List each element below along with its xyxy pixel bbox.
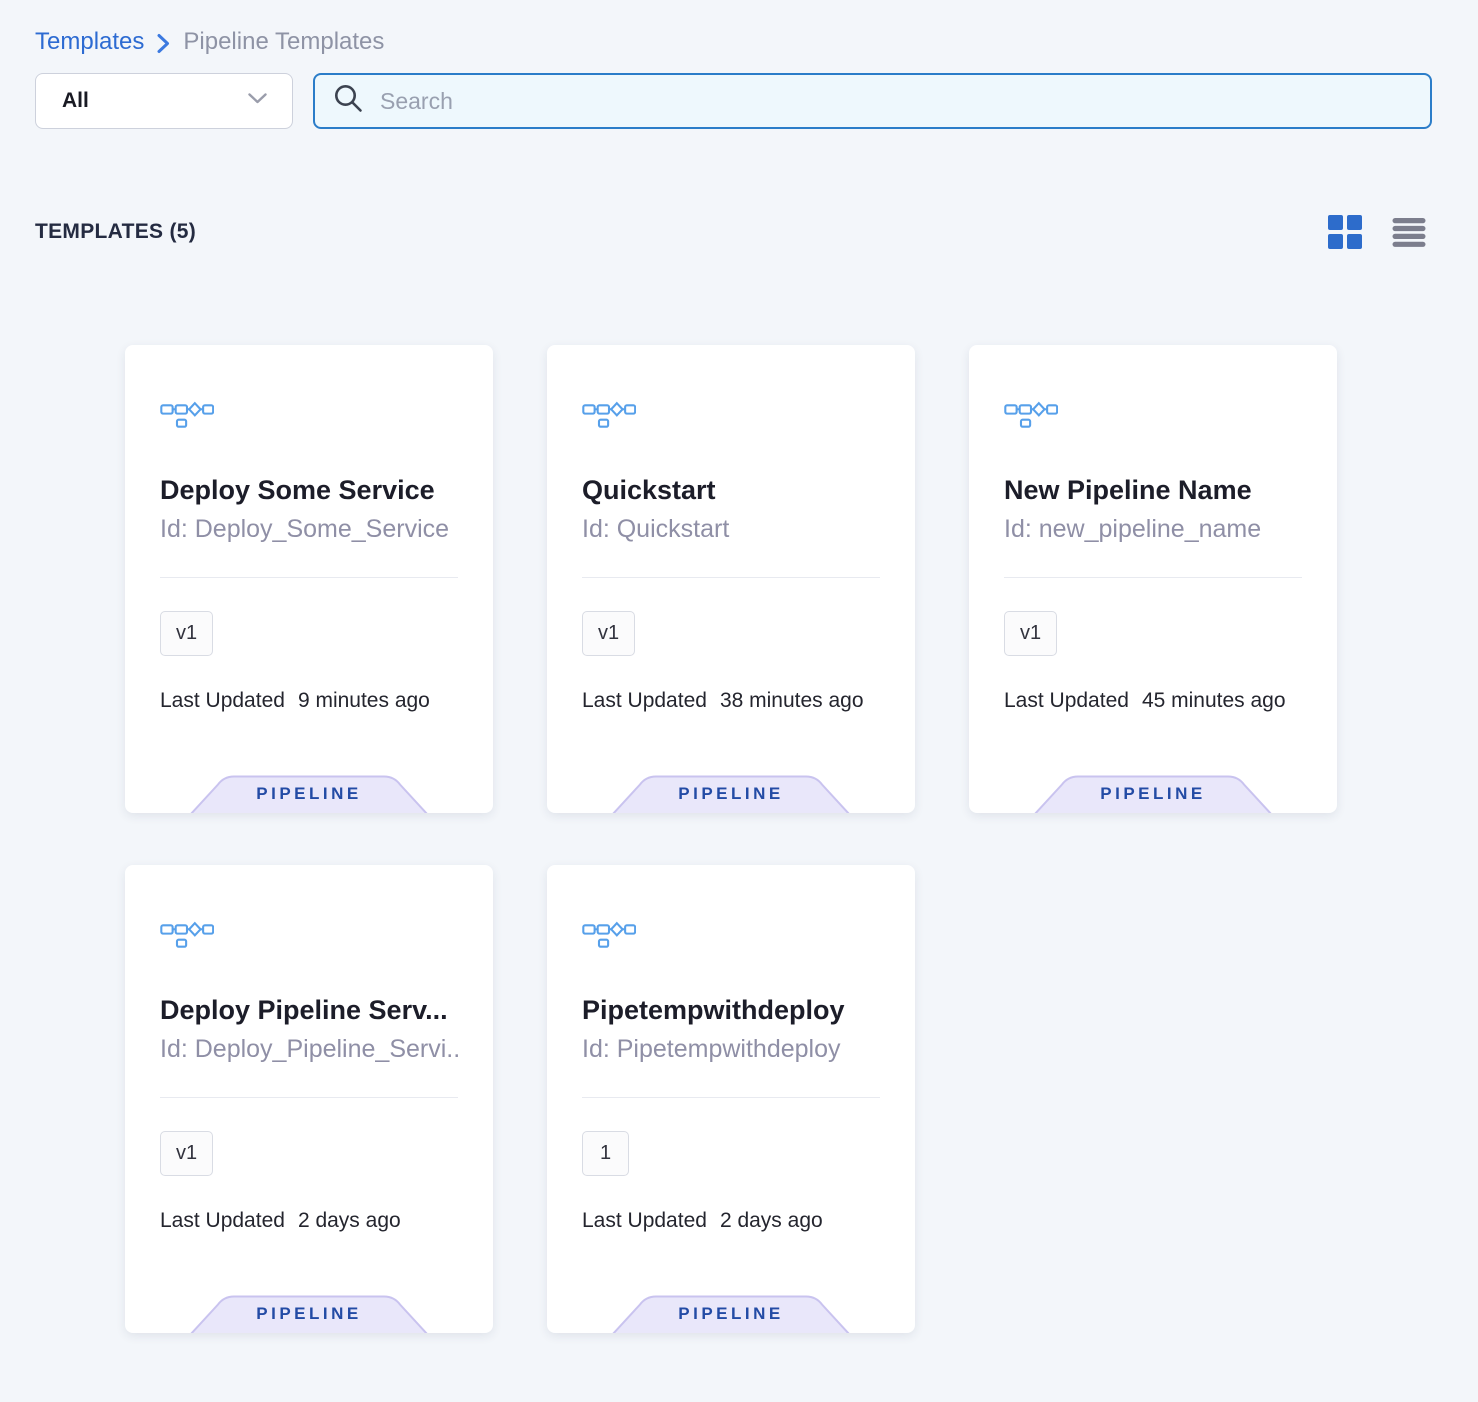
search-icon: [333, 83, 364, 119]
search-box: [313, 73, 1432, 129]
template-card[interactable]: Deploy Some Service Id: Deploy_Some_Serv…: [125, 345, 493, 813]
pipeline-type-badge: PIPELINE: [189, 775, 429, 813]
last-updated-value: 2 days ago: [720, 1209, 823, 1233]
last-updated-value: 2 days ago: [298, 1209, 401, 1233]
version-badge: v1: [160, 611, 213, 656]
section-header: TEMPLATES (5): [35, 215, 1426, 249]
version-badge: v1: [1004, 611, 1057, 656]
last-updated-row: Last Updated 2 days ago: [160, 1209, 458, 1233]
pipeline-stages-icon: [1004, 397, 1302, 437]
pipeline-type-badge: PIPELINE: [189, 1295, 429, 1333]
last-updated-row: Last Updated 45 minutes ago: [1004, 689, 1302, 713]
template-id: Id: new_pipeline_name: [1004, 515, 1302, 544]
template-id: Id: Pipetempwithdeploy: [582, 1035, 880, 1064]
pipeline-templates-page: Templates Pipeline Templates All TEMPLAT…: [0, 0, 1478, 1402]
version-badge: 1: [582, 1131, 629, 1176]
breadcrumb: Templates Pipeline Templates: [0, 0, 1478, 56]
last-updated-label: Last Updated: [1004, 689, 1129, 713]
template-id: Id: Quickstart: [582, 515, 880, 544]
filter-row: All: [35, 73, 1432, 129]
template-scope-select[interactable]: All: [35, 73, 293, 129]
pipeline-type-label: PIPELINE: [1033, 784, 1273, 804]
grid-view-icon[interactable]: [1328, 215, 1362, 249]
last-updated-label: Last Updated: [582, 689, 707, 713]
pipeline-stages-icon: [582, 917, 880, 957]
template-id: Id: Deploy_Some_Service: [160, 515, 458, 544]
template-title: Pipetempwithdeploy: [582, 995, 880, 1026]
search-input[interactable]: [380, 88, 1412, 115]
last-updated-label: Last Updated: [582, 1209, 707, 1233]
templates-count-heading: TEMPLATES (5): [35, 220, 196, 244]
template-card[interactable]: New Pipeline Name Id: new_pipeline_name …: [969, 345, 1337, 813]
template-title: Quickstart: [582, 475, 880, 506]
template-card[interactable]: Deploy Pipeline Serv... Id: Deploy_Pipel…: [125, 865, 493, 1333]
template-title: Deploy Pipeline Serv...: [160, 995, 458, 1026]
view-toggles: [1328, 215, 1426, 249]
last-updated-value: 38 minutes ago: [720, 689, 864, 713]
pipeline-type-badge: PIPELINE: [1033, 775, 1273, 813]
template-id: Id: Deploy_Pipeline_Servi...: [160, 1035, 458, 1064]
chevron-down-icon: [247, 92, 268, 110]
pipeline-stages-icon: [160, 397, 458, 437]
last-updated-value: 9 minutes ago: [298, 689, 430, 713]
pipeline-type-badge: PIPELINE: [611, 775, 851, 813]
version-badge: v1: [160, 1131, 213, 1176]
breadcrumb-link-templates[interactable]: Templates: [35, 28, 144, 56]
list-view-icon[interactable]: [1392, 218, 1426, 247]
pipeline-stages-icon: [160, 917, 458, 957]
last-updated-label: Last Updated: [160, 1209, 285, 1233]
last-updated-row: Last Updated 9 minutes ago: [160, 689, 458, 713]
pipeline-type-label: PIPELINE: [189, 784, 429, 804]
pipeline-type-label: PIPELINE: [611, 784, 851, 804]
templates-grid: Deploy Some Service Id: Deploy_Some_Serv…: [125, 345, 1478, 1333]
version-badge: v1: [582, 611, 635, 656]
last-updated-label: Last Updated: [160, 689, 285, 713]
last-updated-row: Last Updated 2 days ago: [582, 1209, 880, 1233]
scope-selected-value: All: [62, 89, 89, 113]
chevron-right-icon: [156, 32, 171, 55]
template-title: Deploy Some Service: [160, 475, 458, 506]
last-updated-row: Last Updated 38 minutes ago: [582, 689, 880, 713]
pipeline-stages-icon: [582, 397, 880, 437]
pipeline-type-label: PIPELINE: [189, 1304, 429, 1324]
template-card[interactable]: Quickstart Id: Quickstart v1 Last Update…: [547, 345, 915, 813]
pipeline-type-label: PIPELINE: [611, 1304, 851, 1324]
template-title: New Pipeline Name: [1004, 475, 1302, 506]
template-card[interactable]: Pipetempwithdeploy Id: Pipetempwithdeplo…: [547, 865, 915, 1333]
pipeline-type-badge: PIPELINE: [611, 1295, 851, 1333]
last-updated-value: 45 minutes ago: [1142, 689, 1286, 713]
breadcrumb-current: Pipeline Templates: [183, 28, 384, 56]
